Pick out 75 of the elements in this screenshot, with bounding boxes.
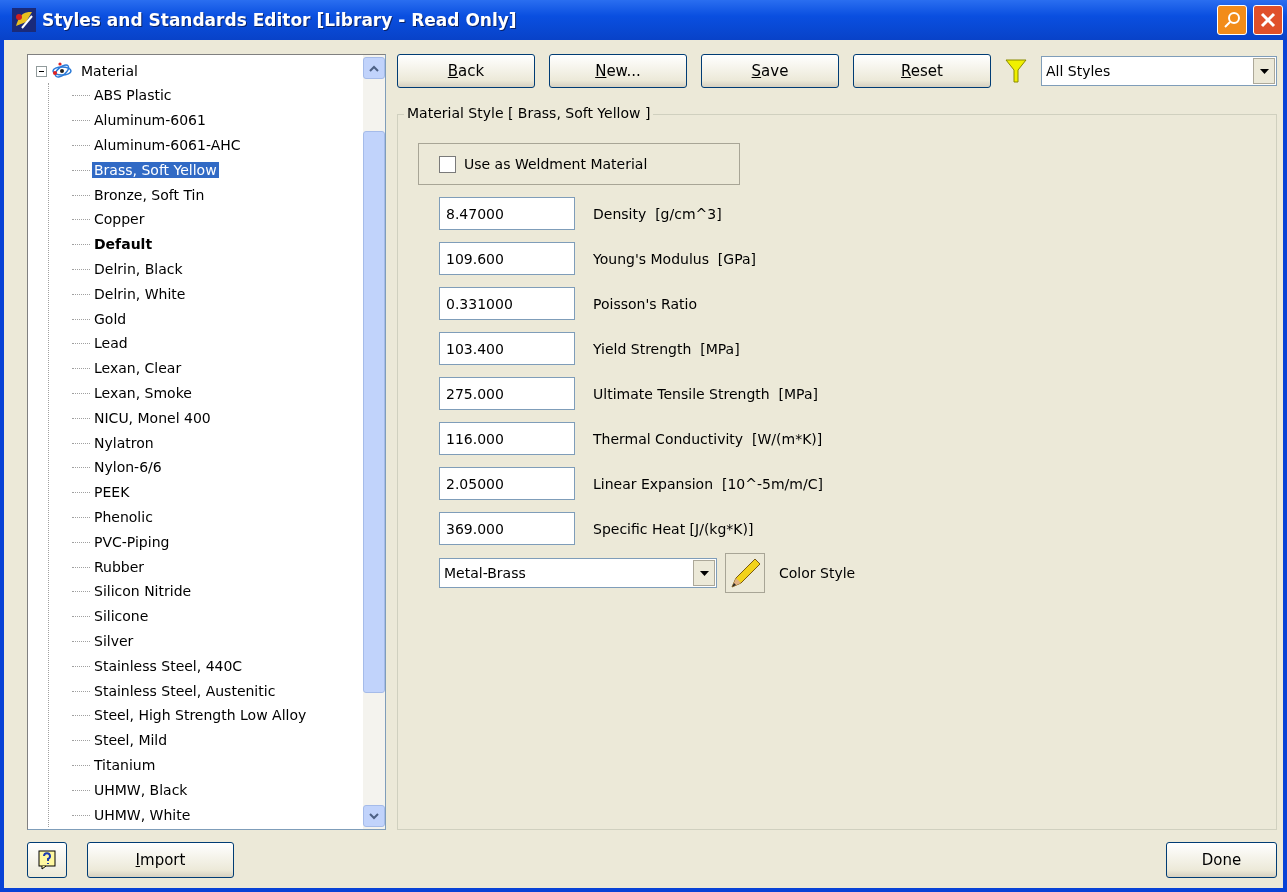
property-label: Yield Strength [MPa] <box>593 340 740 357</box>
color-picker-button[interactable] <box>725 553 765 593</box>
tree-item[interactable]: Delrin, White <box>92 285 188 302</box>
tree-item[interactable]: Titanium <box>92 756 158 773</box>
group-title: Material Style [ Brass, Soft Yellow ] <box>404 105 654 121</box>
toolbar-button[interactable]: New... <box>549 54 687 88</box>
scroll-up-icon[interactable] <box>363 57 385 79</box>
toolbar-button[interactable]: Back <box>397 54 535 88</box>
property-field[interactable]: 103.400 <box>439 332 575 365</box>
filter-icon <box>1005 58 1027 84</box>
property-field[interactable]: 369.000 <box>439 512 575 545</box>
atom-icon <box>51 62 73 80</box>
tree-item[interactable]: Nylon-6/6 <box>92 459 164 476</box>
property-label: Specific Heat [J/(kg*K)] <box>593 520 754 537</box>
filter-dropdown[interactable]: All Styles <box>1041 56 1277 86</box>
property-field[interactable]: 8.47000 <box>439 197 575 230</box>
app-logo-icon <box>12 8 36 32</box>
close-button[interactable] <box>1253 5 1283 35</box>
property-label: Density [g/cm^3] <box>593 205 722 222</box>
tree-item[interactable]: Phenolic <box>92 508 155 525</box>
property-field[interactable]: 275.000 <box>439 377 575 410</box>
help-button[interactable] <box>27 842 67 878</box>
tree-item[interactable]: NICU, Monel 400 <box>92 409 213 426</box>
scroll-down-icon[interactable] <box>363 805 385 827</box>
close-icon <box>1259 11 1277 29</box>
tree-item[interactable]: PEEK <box>92 484 132 501</box>
tree-item[interactable]: PVC-Piping <box>92 533 172 550</box>
tree-item[interactable]: Nylatron <box>92 434 156 451</box>
property-field[interactable]: 116.000 <box>439 422 575 455</box>
tree-item[interactable]: Material <box>79 63 140 79</box>
weldment-checkbox[interactable] <box>439 155 456 173</box>
window-title: Styles and Standards Editor [Library - Read Only] <box>42 10 518 30</box>
tree-item[interactable]: Silicone <box>92 608 151 625</box>
tree-item[interactable]: Silicon Nitride <box>92 583 194 600</box>
tree-item[interactable]: Default <box>92 236 155 253</box>
done-button[interactable]: Done <box>1166 842 1277 878</box>
tree-item[interactable]: Brass, Soft Yellow <box>92 161 219 178</box>
tree-item[interactable]: Lexan, Smoke <box>92 384 194 401</box>
color-style-label: Color Style <box>779 565 856 581</box>
tree-item[interactable]: Delrin, Black <box>92 260 185 277</box>
tree-item[interactable]: ABS Plastic <box>92 87 174 104</box>
property-field[interactable]: 2.05000 <box>439 467 575 500</box>
import-button[interactable]: Import <box>87 842 234 878</box>
property-field[interactable]: 109.600 <box>439 242 575 275</box>
property-label: Young's Modulus [GPa] <box>593 250 756 267</box>
help-icon <box>38 850 56 870</box>
property-label: Linear Expansion [10^-5m/m/C] <box>593 475 823 492</box>
scrollbar-thumb[interactable] <box>363 131 385 693</box>
tree-item[interactable]: Rubber <box>92 558 147 575</box>
tree-item[interactable]: Stainless Steel, 440C <box>92 657 245 674</box>
pencil-icon <box>728 556 762 590</box>
dropdown-arrow-icon <box>1259 68 1269 74</box>
tree-item[interactable]: Aluminum-6061 <box>92 112 208 129</box>
tree-item[interactable]: Gold <box>92 310 129 327</box>
tree-item[interactable]: Stainless Steel, Austenitic <box>92 682 278 699</box>
tree-item[interactable]: Silver <box>92 632 136 649</box>
dropdown-arrow-icon <box>699 570 709 576</box>
tree-item[interactable]: UHMW, Black <box>92 781 190 798</box>
tree-item[interactable]: Lead <box>92 335 130 352</box>
color-style-dropdown[interactable]: Metal-Brass <box>439 558 717 588</box>
tree-item[interactable]: Aluminum-6061-AHC <box>92 137 243 153</box>
collapse-icon[interactable] <box>36 65 47 77</box>
tree-item[interactable]: Bronze, Soft Tin <box>92 186 207 203</box>
toolbar-button[interactable]: Reset <box>853 54 991 88</box>
tree-item[interactable]: Copper <box>92 211 147 228</box>
property-label: Poisson's Ratio <box>593 295 697 312</box>
tree-item[interactable]: Steel, Mild <box>92 732 170 749</box>
property-label: Ultimate Tensile Strength [MPa] <box>593 385 818 402</box>
property-label: Thermal Conductivity [W/(m*K)] <box>593 430 823 447</box>
checkbox-label: Use as Weldment Material <box>464 156 648 172</box>
tree-item[interactable]: Lexan, Clear <box>92 360 184 377</box>
toolbar-button[interactable]: Save <box>701 54 839 88</box>
property-field[interactable]: 0.331000 <box>439 287 575 320</box>
tree-item[interactable]: Steel, High Strength Low Alloy <box>92 707 309 724</box>
tree-item[interactable]: UHMW, White <box>92 806 193 823</box>
